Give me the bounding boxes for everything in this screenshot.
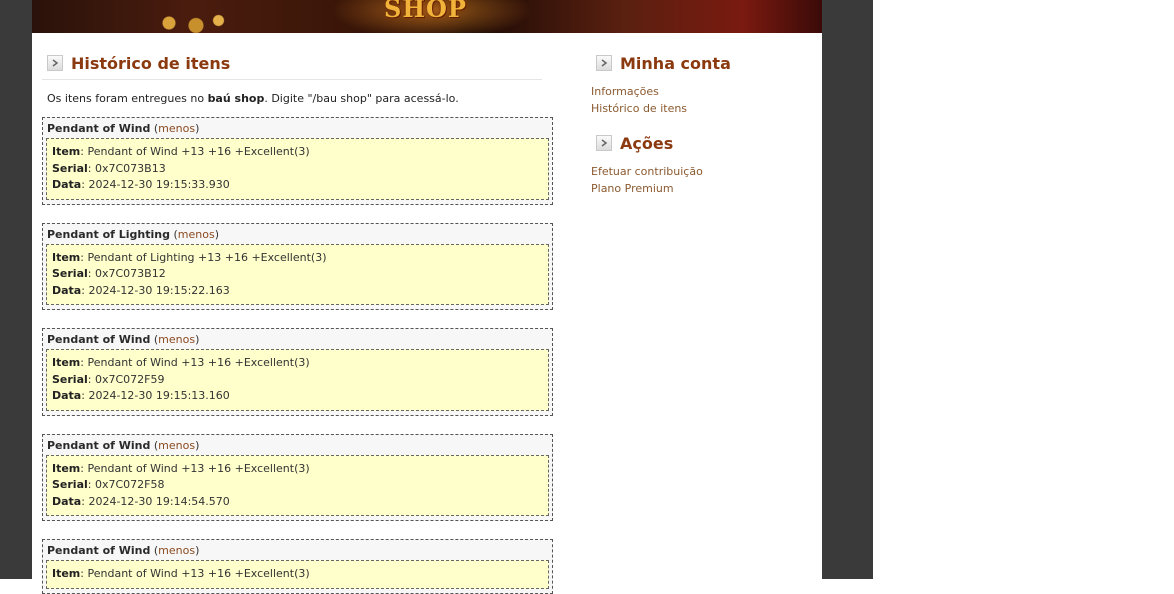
entry-name: Pendant of Wind <box>47 333 151 346</box>
item-label: Item <box>52 567 81 580</box>
item-value: Pendant of Lighting +13 +16 +Excellent(3… <box>87 250 327 264</box>
delivery-notice: Os itens foram entregues no baú shop. Di… <box>47 92 557 105</box>
entry-item-row: Item: Pendant of Wind +13 +16 +Excellent… <box>52 356 310 369</box>
entry-name: Pendant of Wind <box>47 122 151 135</box>
entry-header: Pendant of Wind (menos) <box>47 122 200 135</box>
actions-title: Ações <box>620 133 674 153</box>
entry-name: Pendant of Wind <box>47 544 151 557</box>
content-area: Histórico de itens Os itens foram entreg… <box>32 33 822 594</box>
account-link-item: Histórico de itens <box>591 100 811 117</box>
date-label: Data <box>52 494 82 508</box>
account-title: Minha conta <box>620 53 731 73</box>
chevron-right-icon <box>47 55 63 71</box>
serial-value: 0x7C073B12 <box>94 267 166 280</box>
entry-header: Pendant of Wind (menos) <box>47 544 200 557</box>
account-links: Informações Histórico de itens <box>591 83 811 117</box>
date-value: 2024-12-30 19:14:54.570 <box>88 494 230 508</box>
entry-details: Item: Pendant of Wind +13 +16 +Excellent… <box>46 349 549 411</box>
page-title: Histórico de itens <box>71 53 231 73</box>
notice-bold: baú shop <box>207 92 265 105</box>
notice-suffix: . Digite "/bau shop" para acessá-lo. <box>264 92 459 105</box>
date-value: 2024-12-30 19:15:13.160 <box>88 389 230 402</box>
action-link-item: Efetuar contribuição <box>591 163 811 180</box>
banner-coins-graphic <box>142 8 232 33</box>
item-value: Pendant of Wind +13 +16 +Excellent(3) <box>87 145 310 158</box>
serial-label: Serial <box>52 267 88 280</box>
toggle-less-link[interactable]: menos <box>158 122 195 135</box>
toggle-less-link[interactable]: menos <box>158 544 195 557</box>
entry-serial-row: Serial: 0x7C072F58 <box>52 478 165 491</box>
date-label: Data <box>52 389 82 402</box>
serial-value: 0x7C072F58 <box>94 478 165 491</box>
entries-list: Pendant of Wind (menos) Item: Pendant of… <box>42 117 557 594</box>
history-entry: Pendant of Lighting (menos) Item: Pendan… <box>42 222 553 310</box>
entry-header: Pendant of Wind (menos) <box>47 438 200 452</box>
date-label: Data <box>52 283 82 297</box>
entry-name: Pendant of Lighting <box>47 227 170 241</box>
entry-details: Item: Pendant of Wind +13 +16 +Excellent… <box>46 454 549 516</box>
date-label: Data <box>52 178 82 191</box>
entry-name: Pendant of Wind <box>47 438 151 452</box>
item-value: Pendant of Wind +13 +16 +Excellent(3) <box>87 356 310 369</box>
link-informacoes[interactable]: Informações <box>591 85 659 98</box>
item-value: Pendant of Wind +13 +16 +Excellent(3) <box>87 461 310 475</box>
serial-value: 0x7C072F59 <box>94 372 165 386</box>
right-gutter <box>822 0 873 579</box>
entry-serial-row: Serial: 0x7C072F59 <box>52 372 165 386</box>
history-entry: Pendant of Wind (menos) Item: Pendant of… <box>42 433 553 521</box>
banner-title: SHOP <box>384 0 467 23</box>
item-label: Item <box>52 145 81 158</box>
item-label: Item <box>52 356 81 369</box>
action-link-item: Plano Premium <box>591 180 811 197</box>
shop-banner: SHOP <box>32 0 822 33</box>
serial-label: Serial <box>52 161 88 175</box>
item-label: Item <box>52 461 81 475</box>
link-efetuar-contribuicao[interactable]: Efetuar contribuição <box>591 165 703 178</box>
item-label: Item <box>52 250 81 264</box>
sidebar: Minha conta Informações Histórico de ite… <box>591 51 811 197</box>
link-plano-premium[interactable]: Plano Premium <box>591 182 674 195</box>
link-historico-itens[interactable]: Histórico de itens <box>591 102 687 115</box>
action-links: Efetuar contribuição Plano Premium <box>591 163 811 197</box>
entry-details: Item: Pendant of Wind +13 +16 +Excellent… <box>46 560 549 589</box>
date-value: 2024-12-30 19:15:22.163 <box>88 283 230 297</box>
serial-label: Serial <box>52 372 88 386</box>
left-gutter <box>0 0 32 579</box>
toggle-less-link[interactable]: menos <box>158 333 195 346</box>
entry-header: Pendant of Wind (menos) <box>47 333 200 346</box>
item-value: Pendant of Wind +13 +16 +Excellent(3) <box>87 567 310 580</box>
history-header: Histórico de itens <box>42 51 542 80</box>
toggle-less-link[interactable]: menos <box>178 228 215 241</box>
serial-value: 0x7C073B13 <box>94 161 166 175</box>
chevron-right-icon <box>596 55 612 71</box>
entry-item-row: Item: Pendant of Wind +13 +16 +Excellent… <box>52 461 310 475</box>
entry-item-row: Item: Pendant of Lighting +13 +16 +Excel… <box>52 250 327 264</box>
entry-serial-row: Serial: 0x7C073B12 <box>52 267 166 280</box>
entry-details: Item: Pendant of Lighting +13 +16 +Excel… <box>46 243 549 305</box>
date-value: 2024-12-30 19:15:33.930 <box>88 178 230 191</box>
entry-header: Pendant of Lighting (menos) <box>47 227 219 241</box>
entry-date-row: Data: 2024-12-30 19:15:13.160 <box>52 389 230 402</box>
account-header: Minha conta <box>591 51 811 75</box>
entry-date-row: Data: 2024-12-30 19:15:22.163 <box>52 283 230 297</box>
main-column: Histórico de itens Os itens foram entreg… <box>42 51 557 594</box>
history-entry: Pendant of Wind (menos) Item: Pendant of… <box>42 539 553 594</box>
entry-date-row: Data: 2024-12-30 19:15:33.930 <box>52 178 230 191</box>
history-entry: Pendant of Wind (menos) Item: Pendant of… <box>42 328 553 416</box>
history-entry: Pendant of Wind (menos) Item: Pendant of… <box>42 117 553 205</box>
notice-prefix: Os itens foram entregues no <box>47 92 208 105</box>
actions-header: Ações <box>591 131 811 155</box>
chevron-right-icon <box>596 135 612 151</box>
entry-date-row: Data: 2024-12-30 19:14:54.570 <box>52 494 230 508</box>
serial-label: Serial <box>52 478 88 491</box>
toggle-less-link[interactable]: menos <box>158 439 195 452</box>
account-link-item: Informações <box>591 83 811 100</box>
entry-item-row: Item: Pendant of Wind +13 +16 +Excellent… <box>52 567 310 580</box>
entry-serial-row: Serial: 0x7C073B13 <box>52 161 166 175</box>
entry-details: Item: Pendant of Wind +13 +16 +Excellent… <box>46 138 549 200</box>
entry-item-row: Item: Pendant of Wind +13 +16 +Excellent… <box>52 145 310 158</box>
